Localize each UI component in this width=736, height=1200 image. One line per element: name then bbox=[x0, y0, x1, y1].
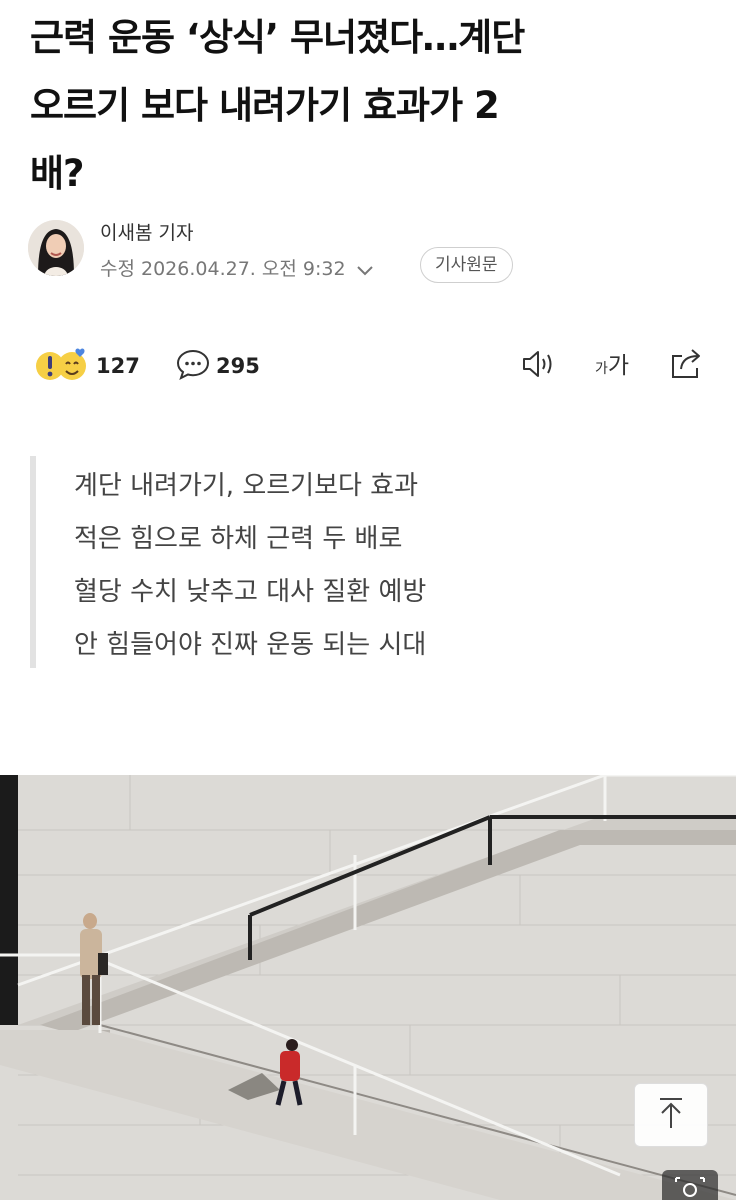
comment-button[interactable]: 295 bbox=[176, 346, 260, 386]
arrow-up-icon bbox=[657, 1096, 685, 1134]
byline: 이새봄 기자 수정 2026.04.27. 오전 9:32 기사원문 bbox=[28, 218, 718, 283]
reaction-count: 127 bbox=[96, 354, 140, 378]
font-size-small-label: 가 bbox=[595, 361, 608, 377]
original-article-button[interactable]: 기사원문 bbox=[420, 247, 513, 283]
scroll-top-button[interactable] bbox=[634, 1083, 708, 1147]
headline-line: 근력 운동 ‘상식’ 무너졌다…계단 bbox=[30, 16, 525, 59]
updated-time[interactable]: 수정 2026.04.27. 오전 9:32 bbox=[100, 254, 374, 281]
article-photo bbox=[0, 775, 736, 1200]
font-size-button[interactable]: 가가 bbox=[595, 346, 629, 380]
emoji-reaction-icon bbox=[34, 346, 90, 386]
reporter-avatar[interactable] bbox=[28, 220, 84, 276]
zoom-icon[interactable] bbox=[662, 1170, 718, 1200]
font-size-big-label: 가 bbox=[607, 353, 630, 379]
reaction-button[interactable]: 127 bbox=[34, 346, 140, 386]
comment-count: 295 bbox=[216, 354, 260, 378]
reporter-name[interactable]: 이새봄 기자 bbox=[100, 218, 193, 245]
headline-line: 배? bbox=[30, 152, 85, 195]
summary-item: 안 힘들어야 진짜 운동 되는 시대 bbox=[74, 630, 427, 660]
speech-bubble-icon bbox=[176, 348, 210, 384]
chevron-down-icon bbox=[356, 259, 374, 281]
summary-item: 혈당 수치 낮추고 대사 질환 예방 bbox=[74, 577, 427, 607]
article-headline: 근력 운동 ‘상식’ 무너졌다…계단 오르기 보다 내려가기 효과가 2 배? bbox=[30, 4, 720, 208]
headline-line: 오르기 보다 내려가기 효과가 2 bbox=[30, 84, 500, 127]
summary-item: 계단 내려가기, 오르기보다 효과 bbox=[74, 471, 419, 501]
action-bar: 127 295 가가 bbox=[30, 340, 710, 390]
article-summary: 계단 내려가기, 오르기보다 효과 적은 힘으로 하체 근력 두 배로 혈당 수… bbox=[30, 456, 710, 668]
share-icon[interactable] bbox=[668, 346, 704, 384]
summary-item: 적은 힘으로 하체 근력 두 배로 bbox=[74, 524, 403, 554]
speaker-icon[interactable] bbox=[520, 348, 558, 384]
updated-label: 수정 2026.04.27. 오전 9:32 bbox=[100, 258, 346, 280]
